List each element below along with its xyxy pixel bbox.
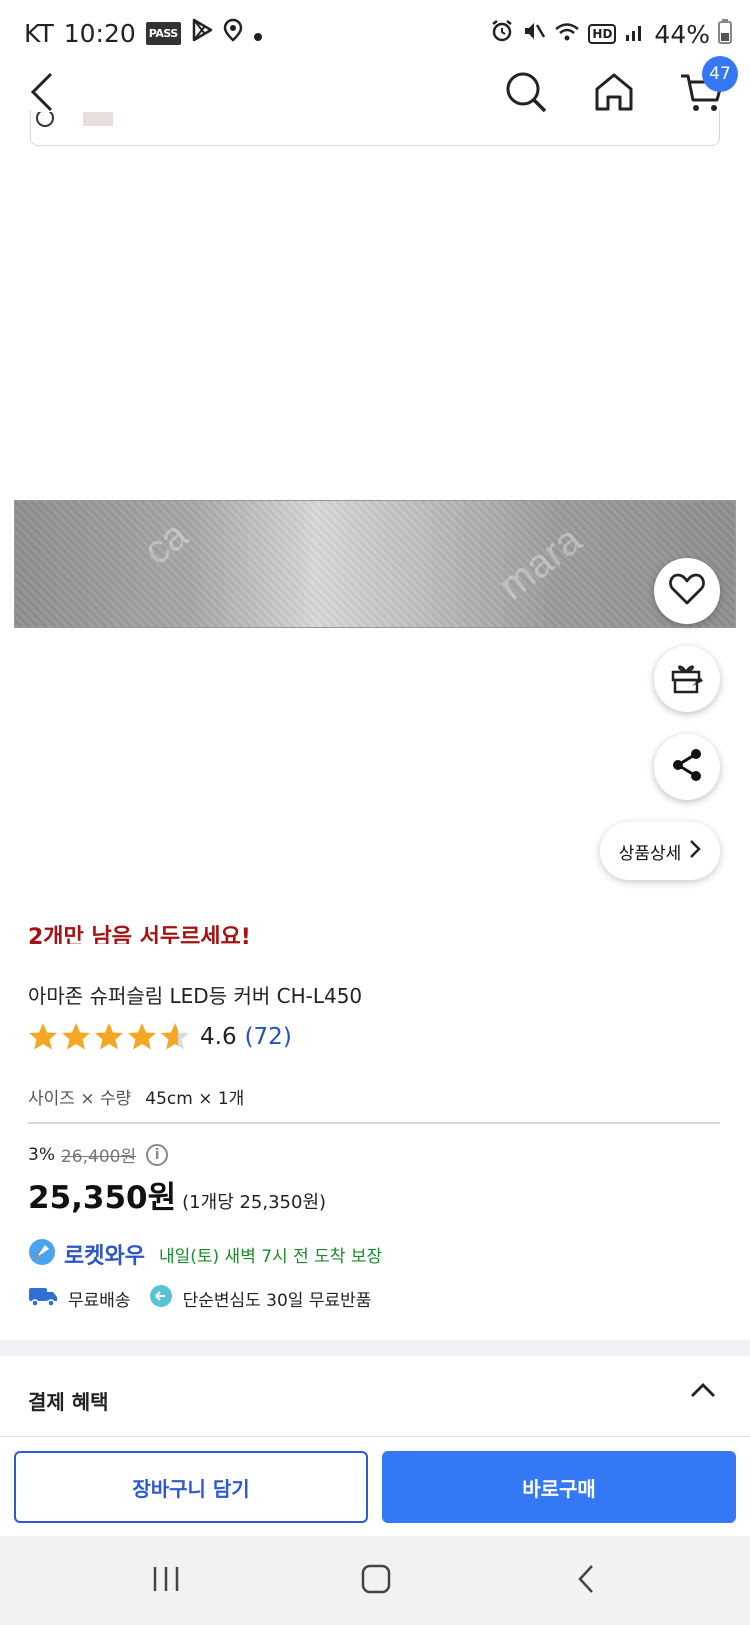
home-square-icon xyxy=(361,1564,391,1598)
rating-row[interactable]: 4.6 (72) xyxy=(28,1022,292,1051)
cart-count-badge: 47 xyxy=(702,56,738,92)
mute-icon xyxy=(522,19,546,49)
back-chevron-icon xyxy=(576,1564,596,1598)
home-nav-button[interactable] xyxy=(346,1556,406,1606)
info-icon[interactable]: i xyxy=(146,1143,169,1166)
watermark: mara xyxy=(490,517,590,609)
original-price: 26,400원 xyxy=(60,1147,137,1167)
status-bar: KT 10:20 PASS HD 44% xyxy=(0,0,750,64)
back-nav-button[interactable] xyxy=(556,1556,616,1606)
rating-value: 4.6 xyxy=(200,1023,237,1050)
chevron-right-icon xyxy=(689,839,702,864)
option-row: 사이즈 × 수량 45cm × 1개 xyxy=(28,1084,244,1109)
product-detail-label: 상품상세 xyxy=(618,843,682,864)
payment-benefits-label: 결제 혜택 xyxy=(28,1390,109,1414)
final-price: 25,350원 xyxy=(28,1180,177,1216)
wishlist-button[interactable] xyxy=(654,558,720,624)
rocket-delivery-row: 로켓와우 내일(토) 새벽 7시 전 도착 보장 xyxy=(28,1238,382,1270)
play-store-icon xyxy=(191,18,213,48)
free-shipping-label: 무료배송 xyxy=(68,1291,131,1311)
alarm-icon xyxy=(490,19,514,49)
discount-rate: 3% xyxy=(28,1144,55,1165)
star-icon xyxy=(128,1023,156,1050)
signal-icon xyxy=(624,20,646,49)
share-button[interactable] xyxy=(654,734,720,800)
review-count-link[interactable]: (72) xyxy=(245,1024,292,1050)
wifi-icon xyxy=(554,20,580,49)
divider xyxy=(28,1122,720,1124)
product-title: 아마존 슈퍼슬림 LED등 커버 CH-L450 xyxy=(28,984,363,1008)
bottom-action-bar: 장바구니 담기 바로구매 xyxy=(0,1436,750,1536)
star-rating xyxy=(28,1022,190,1051)
location-icon xyxy=(223,18,243,48)
star-icon xyxy=(62,1023,90,1050)
share-icon xyxy=(670,748,704,786)
pass-app-icon: PASS xyxy=(145,21,181,45)
rocket-wow-label: 로켓와우 xyxy=(64,1244,145,1269)
gift-icon xyxy=(670,660,704,698)
truck-icon xyxy=(28,1284,58,1313)
rocket-icon xyxy=(28,1238,56,1270)
product-detail-button[interactable]: 상품상세 xyxy=(600,822,720,880)
battery-level: 44% xyxy=(654,19,710,49)
unit-price: (1개당 25,350원) xyxy=(182,1192,327,1213)
status-left: KT 10:20 PASS xyxy=(24,18,263,48)
delivery-guarantee: 내일(토) 새벽 7시 전 도착 보장 xyxy=(158,1246,383,1267)
system-nav-bar xyxy=(0,1536,750,1625)
option-label: 사이즈 × 수량 xyxy=(28,1089,132,1109)
carrier-label: KT xyxy=(24,18,54,48)
add-to-cart-button[interactable]: 장바구니 담기 xyxy=(14,1451,368,1523)
watermark: ca xyxy=(135,512,197,574)
star-icon xyxy=(161,1023,189,1050)
return-icon xyxy=(149,1284,173,1313)
price-row: 25,350원 (1개당 25,350원) xyxy=(28,1172,326,1217)
star-icon xyxy=(29,1023,57,1050)
status-right: HD 44% xyxy=(490,18,732,50)
heart-icon xyxy=(669,573,705,609)
hd-voice-badge: HD xyxy=(588,24,617,44)
option-value: 45cm × 1개 xyxy=(145,1089,245,1109)
stock-warning: 2개만 남음 서두르세요! xyxy=(28,925,251,944)
chevron-up-icon[interactable] xyxy=(690,1382,716,1402)
page: KT 10:20 PASS HD 44% 47 ca mara 상품상세 2개만… xyxy=(0,0,750,1625)
recent-apps-icon xyxy=(151,1565,181,1597)
notification-dot-icon xyxy=(253,19,263,48)
payment-benefits-row[interactable]: 결제 혜택 xyxy=(0,1356,750,1438)
section-separator xyxy=(0,1340,750,1356)
buy-now-button[interactable]: 바로구매 xyxy=(382,1451,736,1523)
free-return-label: 단순변심도 30일 무료반품 xyxy=(182,1291,372,1311)
recent-apps-button[interactable] xyxy=(136,1556,196,1606)
product-image[interactable]: ca mara xyxy=(14,500,736,628)
star-icon xyxy=(95,1023,123,1050)
option-selector-strip[interactable] xyxy=(30,110,720,146)
battery-icon xyxy=(718,18,732,50)
clock: 10:20 xyxy=(63,18,136,48)
perks-row: 무료배송 단순변심도 30일 무료반품 xyxy=(28,1284,371,1313)
price-original-row: 3% 26,400원 i xyxy=(28,1142,169,1167)
gift-button[interactable] xyxy=(654,646,720,712)
